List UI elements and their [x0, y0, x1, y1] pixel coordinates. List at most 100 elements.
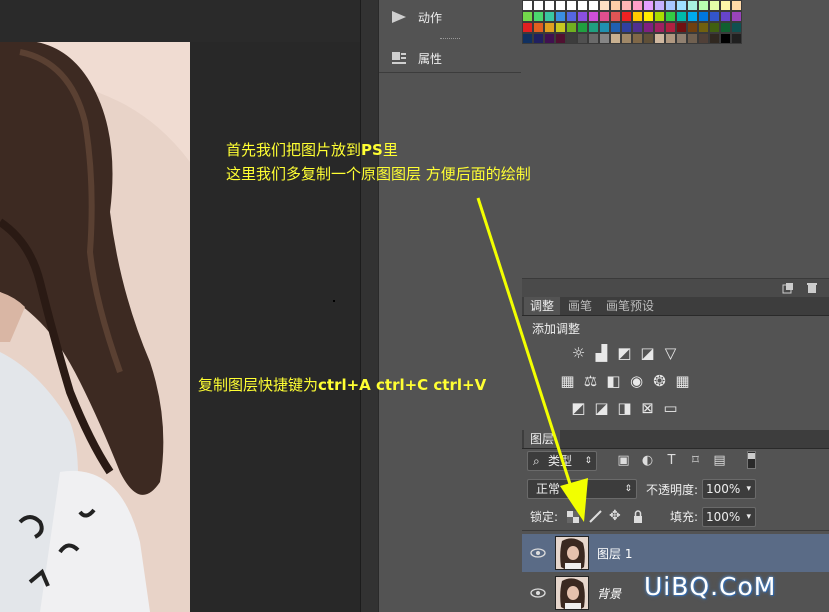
swatch[interactable]: [577, 22, 588, 33]
visibility-eye-icon[interactable]: [530, 586, 546, 600]
swatch[interactable]: [610, 22, 621, 33]
selective-color-icon[interactable]: ⊠: [639, 399, 656, 417]
gradient-map-icon[interactable]: ▭: [662, 399, 679, 417]
swatch[interactable]: [731, 0, 742, 11]
swatch[interactable]: [544, 22, 555, 33]
swatch[interactable]: [544, 33, 555, 44]
swatch[interactable]: [643, 11, 654, 22]
layer-name[interactable]: 图层 1: [597, 545, 632, 562]
swatch[interactable]: [566, 33, 577, 44]
swatch[interactable]: [654, 22, 665, 33]
swatch[interactable]: [632, 0, 643, 11]
swatch[interactable]: [643, 22, 654, 33]
swatch[interactable]: [577, 0, 588, 11]
swatch[interactable]: [544, 0, 555, 11]
swatch[interactable]: [654, 0, 665, 11]
swatch[interactable]: [555, 22, 566, 33]
fill-field[interactable]: 100% ▾: [702, 507, 756, 527]
swatch[interactable]: [577, 11, 588, 22]
panel-grip[interactable]: [440, 38, 460, 41]
swatch[interactable]: [687, 22, 698, 33]
swatch[interactable]: [709, 0, 720, 11]
opacity-field[interactable]: 100% ▾: [702, 479, 756, 499]
hue-saturation-icon[interactable]: ▦: [559, 372, 576, 390]
swatch[interactable]: [643, 0, 654, 11]
swatch[interactable]: [687, 33, 698, 44]
swatch[interactable]: [687, 11, 698, 22]
swatch[interactable]: [698, 11, 709, 22]
swatch[interactable]: [632, 33, 643, 44]
swatch[interactable]: [654, 11, 665, 22]
swatch[interactable]: [676, 11, 687, 22]
tab-layers[interactable]: 图层: [524, 430, 561, 448]
chevron-down-icon[interactable]: ▾: [746, 480, 751, 498]
swatch[interactable]: [566, 0, 577, 11]
swatch[interactable]: [588, 33, 599, 44]
swatch[interactable]: [533, 11, 544, 22]
actions-panel-button[interactable]: 动作: [379, 3, 522, 31]
swatch[interactable]: [632, 22, 643, 33]
swatch[interactable]: [698, 22, 709, 33]
brightness-icon[interactable]: ☼: [570, 344, 587, 362]
swatch[interactable]: [588, 22, 599, 33]
swatch[interactable]: [522, 0, 533, 11]
swatch[interactable]: [566, 11, 577, 22]
swatch[interactable]: [621, 33, 632, 44]
swatch[interactable]: [577, 33, 588, 44]
swatch[interactable]: [544, 11, 555, 22]
layer-name[interactable]: 背景: [597, 585, 621, 602]
swatch[interactable]: [555, 33, 566, 44]
swatch[interactable]: [665, 33, 676, 44]
swatch[interactable]: [654, 33, 665, 44]
swatch[interactable]: [632, 11, 643, 22]
layer-row[interactable]: 图层 1: [522, 534, 829, 572]
new-swatch-icon[interactable]: [782, 282, 794, 297]
curves-icon[interactable]: ◩: [616, 344, 633, 362]
swatch[interactable]: [709, 11, 720, 22]
channel-mixer-icon[interactable]: ❂: [651, 372, 668, 390]
lock-position-move-icon[interactable]: ✥: [609, 508, 621, 524]
swatch[interactable]: [731, 33, 742, 44]
threshold-icon[interactable]: ◨: [616, 399, 633, 417]
black-white-icon[interactable]: ◧: [605, 372, 622, 390]
filter-toggle-switch[interactable]: [747, 451, 756, 469]
swatch[interactable]: [533, 33, 544, 44]
lock-all-icon[interactable]: [633, 510, 643, 526]
visibility-eye-icon[interactable]: [530, 546, 546, 560]
tab-brush-presets[interactable]: 画笔预设: [600, 297, 660, 315]
type-filter-icon[interactable]: T: [663, 453, 680, 468]
exposure-icon[interactable]: ◪: [639, 344, 656, 362]
levels-icon[interactable]: ▟: [593, 344, 610, 362]
photo-filter-icon[interactable]: ◉: [628, 372, 645, 390]
swatch[interactable]: [522, 33, 533, 44]
swatch[interactable]: [676, 33, 687, 44]
swatch[interactable]: [610, 33, 621, 44]
shape-filter-icon[interactable]: ⌑: [687, 453, 704, 468]
properties-panel-button[interactable]: 属性: [379, 44, 522, 72]
swatch[interactable]: [709, 33, 720, 44]
swatch[interactable]: [687, 0, 698, 11]
color-balance-icon[interactable]: ⚖: [582, 372, 599, 390]
swatch[interactable]: [621, 22, 632, 33]
swatch[interactable]: [698, 33, 709, 44]
lock-transparent-icon[interactable]: [567, 511, 579, 526]
swatch[interactable]: [698, 0, 709, 11]
swatch[interactable]: [522, 11, 533, 22]
tab-adjustments[interactable]: 调整: [524, 297, 561, 315]
color-lookup-icon[interactable]: ▦: [674, 372, 691, 390]
layer-filter-select[interactable]: ⌕ 类型 ⇕: [527, 451, 597, 471]
swatch[interactable]: [665, 11, 676, 22]
swatch[interactable]: [676, 22, 687, 33]
swatch[interactable]: [588, 0, 599, 11]
blend-mode-select[interactable]: 正常 ⇕: [527, 479, 637, 499]
swatch[interactable]: [588, 11, 599, 22]
swatch[interactable]: [621, 0, 632, 11]
swatches-grid[interactable]: [522, 0, 742, 46]
swatch[interactable]: [555, 0, 566, 11]
swatch[interactable]: [599, 0, 610, 11]
swatch[interactable]: [533, 22, 544, 33]
swatch[interactable]: [676, 0, 687, 11]
swatch[interactable]: [533, 0, 544, 11]
swatch[interactable]: [555, 11, 566, 22]
swatch[interactable]: [566, 22, 577, 33]
